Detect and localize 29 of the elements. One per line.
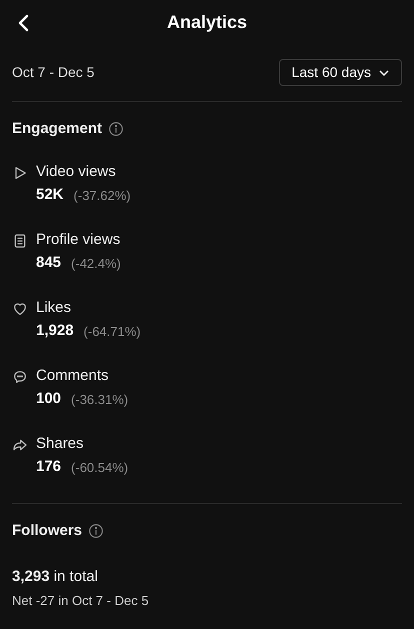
metric-value: 1,928 <box>36 321 74 342</box>
date-range: Oct 7 - Dec 5 <box>12 63 94 82</box>
info-icon[interactable] <box>88 522 104 539</box>
metric-value: 100 <box>36 389 62 410</box>
metric-change: (-64.71%) <box>84 322 141 341</box>
metric-value: 52K <box>36 185 64 206</box>
metric-label: Likes <box>36 298 72 318</box>
followers-total: 3,293 in total <box>12 567 99 587</box>
metric-change: (-60.54%) <box>71 458 128 477</box>
metric-label: Profile views <box>36 230 120 250</box>
heart-icon <box>12 300 28 316</box>
page-title: Analytics <box>166 10 248 34</box>
metric-label: Video views <box>36 162 116 182</box>
metric-change: (-36.31%) <box>71 390 128 409</box>
share-icon <box>12 436 28 452</box>
metric-label: Comments <box>36 366 109 386</box>
section-title: Engagement <box>12 119 102 139</box>
metric-value: 845 <box>36 253 62 274</box>
metric-change: (-42.4%) <box>71 254 121 273</box>
metric-change: (-37.62%) <box>74 186 131 205</box>
comment-icon <box>12 368 28 384</box>
metric-value: 176 <box>36 457 62 478</box>
info-icon[interactable] <box>108 121 124 138</box>
metric-label: Shares <box>36 434 84 454</box>
chevron-down-icon <box>379 70 389 76</box>
document-icon <box>12 232 28 248</box>
section-title: Followers <box>12 520 82 540</box>
followers-net: Net -27 in Oct 7 - Dec 5 <box>12 592 150 610</box>
period-dropdown[interactable]: Last 60 days <box>278 59 402 86</box>
